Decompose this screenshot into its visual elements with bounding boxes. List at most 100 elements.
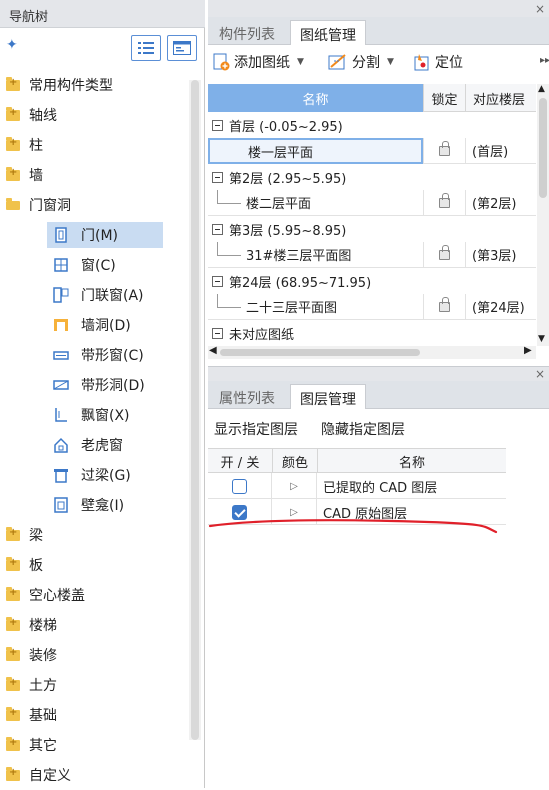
tree-item[interactable]: 楼梯 [0,610,190,640]
drawing-vscroll[interactable]: ▲ ▼ [537,84,549,346]
folder-closed-icon [6,706,20,721]
floor-group-row[interactable]: 第3层 (5.95~8.95) [208,216,536,242]
locate-button[interactable]: 定位 [413,51,463,73]
drawing-row[interactable]: 楼一层平面 (首层) [208,138,536,164]
lock-cell[interactable] [423,294,465,320]
tree-item[interactable]: 空心楼盖 [0,580,190,610]
tree-item[interactable]: 墙洞(D) [0,310,190,340]
list-view-button[interactable] [131,35,161,61]
tree-item[interactable]: 窗(C) [0,250,190,280]
list-icon [138,42,154,54]
lock-icon[interactable] [439,140,450,156]
tree-item[interactable]: 过梁(G) [0,460,190,490]
tab-component-list[interactable]: 构件列表 [210,20,284,45]
tree-item-label: 板 [29,558,43,574]
dormer-icon [54,437,68,453]
close-icon[interactable]: × [535,2,545,16]
column-toggle-header[interactable]: 开 / 关 [208,449,272,473]
tab-property-list[interactable]: 属性列表 [210,384,284,409]
floor-cell: (第3层) [465,242,536,268]
tree-item[interactable]: 柱 [0,130,190,160]
drawing-row[interactable]: 31#楼三层平面图 (第3层) [208,242,536,268]
tree-item[interactable]: 门窗洞 [0,190,190,220]
more-arrow-icon[interactable]: ▸▸ [540,55,549,66]
column-floor-header[interactable]: 对应楼层 [465,84,536,112]
tree-item[interactable]: 土方 [0,670,190,700]
folder-closed-icon [6,646,20,661]
lock-cell[interactable] [423,190,465,216]
layer-row[interactable]: ▷ 已提取的 CAD 图层 [208,473,506,499]
tree-item[interactable]: 常用构件类型 [0,70,190,100]
add-drawing-label: 添加图纸 [234,55,290,71]
floor-group-row[interactable]: 第24层 (68.95~71.95) [208,268,536,294]
add-drawing-button[interactable]: 添加图纸 ▼ [213,51,304,73]
lock-cell[interactable] [423,138,465,164]
dropdown-arrow-icon[interactable]: ▼ [297,57,304,67]
column-lock-header[interactable]: 锁定 [423,84,465,112]
scroll-right-icon[interactable]: ▶ [524,345,532,356]
floor-group-row[interactable]: 第2层 (2.95~5.95) [208,164,536,190]
collapse-icon[interactable] [212,119,223,131]
drawing-row[interactable]: 楼二层平面 (第2层) [208,190,536,216]
tree-item-label: 其它 [29,738,57,754]
lock-icon[interactable] [439,192,450,208]
column-layer-name-header[interactable]: 名称 [317,449,506,473]
layer-visibility-checkbox[interactable] [232,478,247,494]
layer-name: 已提取的 CAD 图层 [323,480,438,496]
hide-layer-link[interactable]: 隐藏指定图层 [321,419,405,439]
lock-icon[interactable] [439,244,450,260]
drawing-hscroll-thumb[interactable] [220,349,420,356]
collapse-icon[interactable] [212,327,223,339]
close-icon[interactable]: × [535,367,545,381]
collapse-icon[interactable] [212,171,223,183]
dropdown-arrow-icon[interactable]: ▼ [387,57,394,67]
tree-item[interactable]: 墙 [0,160,190,190]
tree-item[interactable]: 基础 [0,700,190,730]
lock-cell[interactable] [423,242,465,268]
tab-layer-management[interactable]: 图层管理 [290,384,366,409]
niche-icon [54,497,68,513]
collapse-icon[interactable] [212,275,223,287]
scroll-down-icon[interactable]: ▼ [538,334,545,344]
folder-closed-icon [6,586,20,601]
tree-item[interactable]: 梁 [0,520,190,550]
tree-item[interactable]: 门(M) [0,220,190,250]
panel-icon [173,41,191,55]
drawing-vscroll-thumb[interactable] [539,98,547,198]
floor-label: 第3层 (5.95~8.95) [229,223,347,239]
tree-item[interactable]: 飘窗(X) [0,400,190,430]
drawing-row[interactable]: 二十三层平面图 (第24层) [208,294,536,320]
color-cell[interactable]: ▷ [272,473,317,499]
tree-item[interactable]: 老虎窗 [0,430,190,460]
drawing-name-cell: 楼二层平面 [208,190,423,216]
drawing-hscroll[interactable]: ◀ ▶ [208,345,536,359]
tree-item[interactable]: 门联窗(A) [0,280,190,310]
nav-scrollbar[interactable] [189,80,201,740]
tree-item-label: 门窗洞 [29,198,71,214]
folder-closed-icon [6,136,20,151]
folder-closed-icon [6,556,20,571]
nav-scrollbar-thumb[interactable] [191,80,199,740]
tree-item[interactable]: 带形洞(D) [0,370,190,400]
lock-icon[interactable] [439,296,450,312]
show-layer-link[interactable]: 显示指定图层 [214,419,298,439]
column-name-header[interactable]: 名称 [208,84,423,112]
tree-item[interactable]: 装修 [0,640,190,670]
color-arrow-icon[interactable]: ▷ [290,481,298,492]
collapse-icon[interactable] [212,223,223,235]
tree-item[interactable]: 自定义 [0,760,190,790]
tree-item[interactable]: 带形窗(C) [0,340,190,370]
sparkle-add-icon[interactable]: ✦ [6,37,18,53]
scroll-up-icon[interactable]: ▲ [538,84,545,94]
tree-item[interactable]: 壁龛(I) [0,490,190,520]
tree-item[interactable]: 轴线 [0,100,190,130]
detail-view-button[interactable] [167,35,197,61]
split-button[interactable]: 分割 ▼ [328,51,394,73]
tab-drawing-management[interactable]: 图纸管理 [290,20,366,45]
column-color-header[interactable]: 颜色 [272,449,317,473]
floor-group-row[interactable]: 未对应图纸 [208,320,536,346]
tree-item[interactable]: 其它 [0,730,190,760]
tree-item[interactable]: 板 [0,550,190,580]
floor-group-row[interactable]: 首层 (-0.05~2.95) [208,112,536,138]
scroll-left-icon[interactable]: ◀ [209,345,217,356]
